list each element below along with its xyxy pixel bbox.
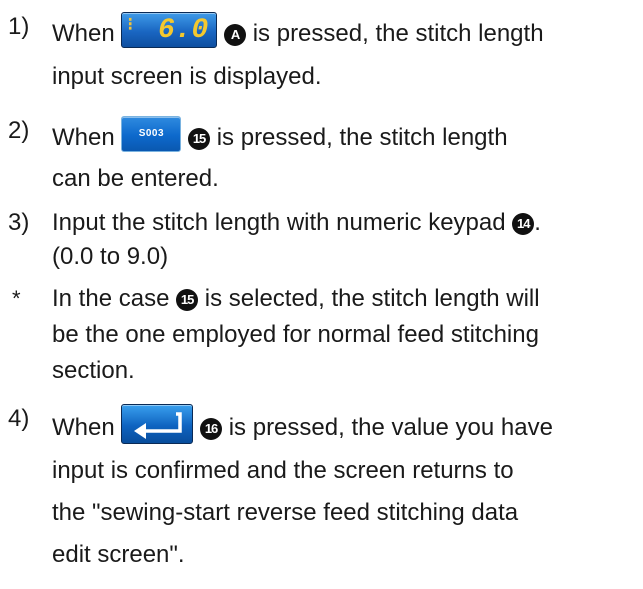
stitch-length-icon: ⁝ — [127, 14, 134, 34]
step-text: is pressed, the value you have — [228, 414, 553, 441]
enter-icon — [134, 412, 183, 439]
note-asterisk: * — [12, 286, 21, 311]
s003-label: S003 — [138, 128, 165, 139]
step-text: is pressed, the stitch length — [216, 124, 508, 151]
step-number: 3) — [8, 209, 30, 236]
step-text: When — [52, 414, 115, 441]
step-text: When — [52, 20, 115, 47]
step-number: 2) — [8, 117, 30, 144]
marker-14: 14 — [512, 213, 535, 235]
marker-16: 16 — [200, 418, 223, 440]
instruction-page: 1) When ⁝ 6.0 A is pressed, the stitch l… — [8, 12, 553, 568]
stitch-length-value: 6.0 — [157, 15, 209, 46]
marker-a: A — [224, 24, 247, 46]
step-text: input is confirmed and the screen return… — [52, 457, 514, 484]
marker-15: 15 — [176, 289, 199, 311]
stitch-length-button[interactable]: ⁝ 6.0 — [121, 12, 218, 48]
step-text: (0.0 to 9.0) — [52, 243, 169, 270]
step-text: input screen is displayed. — [52, 63, 322, 90]
step-text: is pressed, the stitch length — [252, 20, 544, 47]
note-text: In the case — [52, 285, 170, 312]
step-number: 4) — [8, 405, 30, 432]
s003-button[interactable]: S003 — [121, 116, 182, 152]
note-text: section. — [52, 357, 135, 384]
note-text: be the one employed for normal feed stit… — [52, 321, 539, 348]
step-text: the "sewing-start reverse feed stitching… — [52, 499, 519, 526]
step-text: can be entered. — [52, 165, 219, 192]
note-text: is selected, the stitch length will — [204, 285, 540, 312]
step-text: edit screen". — [52, 541, 185, 568]
step-number: 1) — [8, 13, 30, 40]
marker-15: 15 — [188, 128, 211, 150]
step-text: Input the stitch length with numeric key… — [52, 209, 506, 236]
step-text: When — [52, 124, 115, 151]
enter-button[interactable] — [121, 404, 194, 444]
